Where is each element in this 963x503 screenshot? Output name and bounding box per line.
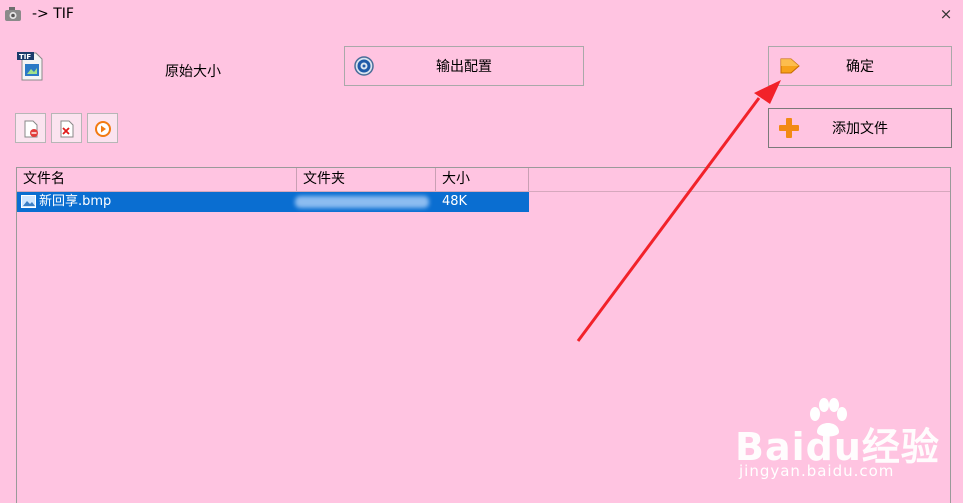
baidu-watermark: Baidu经验 jingyan.baidu.com <box>735 398 960 493</box>
watermark-url: jingyan.baidu.com <box>739 462 895 480</box>
app-window: -> TIF × TIF 原始大小 输出配置 确定 添加文件 文件名 文件夹 大… <box>0 0 963 503</box>
